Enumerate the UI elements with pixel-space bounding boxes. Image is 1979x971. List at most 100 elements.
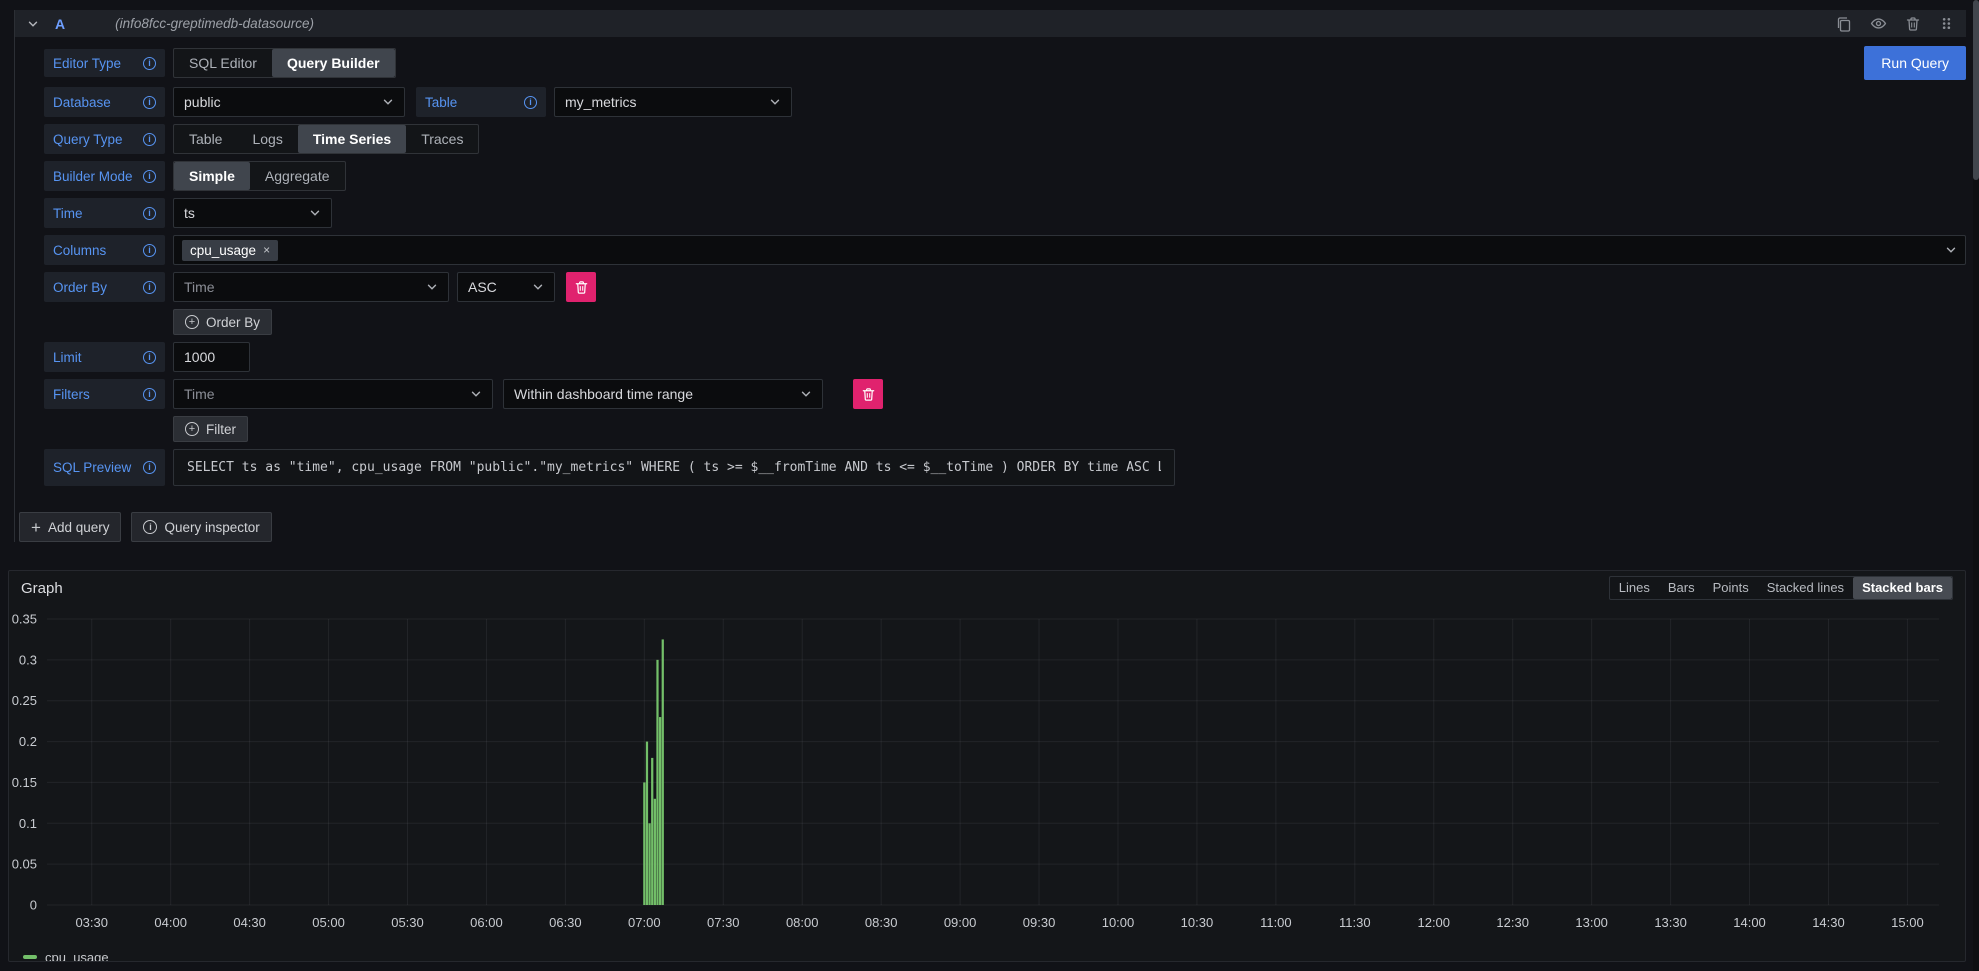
field-label-limit: Limit i: [44, 342, 165, 372]
builder-mode-option-aggregate[interactable]: Aggregate: [250, 162, 345, 190]
query-row: A (info8fcc-greptimedb-datasource): [14, 10, 1966, 542]
draw-mode-stacked-lines[interactable]: Stacked lines: [1758, 577, 1853, 599]
info-icon[interactable]: i: [143, 244, 156, 257]
editor-type-option-sql-editor[interactable]: SQL Editor: [174, 49, 272, 77]
toggle-visibility-eye-icon[interactable]: [1870, 15, 1887, 32]
order-by-direction-select[interactable]: ASC: [457, 272, 555, 302]
chevron-down-icon: [470, 388, 482, 400]
columns-multiselect[interactable]: cpu_usage ×: [173, 235, 1966, 265]
query-ref-id: A: [55, 16, 65, 32]
chevron-down-icon: [382, 96, 394, 108]
svg-text:04:30: 04:30: [233, 915, 266, 930]
svg-text:05:30: 05:30: [391, 915, 424, 930]
sql-preview-text: SELECT ts as "time", cpu_usage FROM "pub…: [187, 460, 1161, 475]
plus-circle-icon: +: [185, 315, 199, 329]
scrollbar-thumb[interactable]: [1973, 0, 1979, 180]
run-query-button[interactable]: Run Query: [1864, 46, 1966, 80]
info-icon[interactable]: i: [143, 207, 156, 220]
query-row-header[interactable]: A (info8fcc-greptimedb-datasource): [15, 10, 1966, 37]
info-icon[interactable]: i: [143, 281, 156, 294]
info-icon[interactable]: i: [143, 388, 156, 401]
trash-icon: [861, 387, 876, 402]
info-icon[interactable]: i: [143, 170, 156, 183]
draw-mode-stacked-bars[interactable]: Stacked bars: [1853, 577, 1952, 599]
limit-input[interactable]: [173, 342, 250, 372]
time-series-chart[interactable]: 00.050.10.150.20.250.30.3503:3004:0004:3…: [9, 605, 1965, 946]
query-inspector-button[interactable]: i Query inspector: [131, 512, 271, 542]
chevron-down-icon: [532, 281, 544, 293]
filter-column-value: Time: [184, 386, 470, 402]
order-by-column-value: Time: [184, 279, 426, 295]
svg-text:0.05: 0.05: [12, 857, 37, 872]
query-type-toggle: Table Logs Time Series Traces: [173, 124, 479, 154]
svg-text:15:00: 15:00: [1891, 915, 1924, 930]
field-label-columns: Columns i: [44, 235, 165, 265]
add-filter-button[interactable]: + Filter: [173, 416, 248, 442]
svg-text:12:30: 12:30: [1496, 915, 1529, 930]
delete-query-icon[interactable]: [1905, 16, 1921, 32]
info-icon[interactable]: i: [143, 96, 156, 109]
svg-text:04:00: 04:00: [154, 915, 187, 930]
field-label-builder-mode: Builder Mode i: [44, 161, 165, 191]
remove-order-by-button[interactable]: [566, 272, 596, 302]
draw-mode-points[interactable]: Points: [1704, 577, 1758, 599]
query-type-option-time-series[interactable]: Time Series: [298, 125, 406, 153]
editor-type-option-query-builder[interactable]: Query Builder: [272, 49, 395, 77]
info-icon[interactable]: i: [143, 133, 156, 146]
info-icon[interactable]: i: [524, 96, 537, 109]
remove-column-icon[interactable]: ×: [263, 243, 270, 257]
field-label-text: Order By: [53, 280, 107, 295]
field-label-text: Filters: [53, 387, 90, 402]
database-value: public: [184, 94, 382, 110]
database-select[interactable]: public: [173, 87, 405, 117]
info-icon[interactable]: i: [143, 57, 156, 70]
svg-text:08:00: 08:00: [786, 915, 819, 930]
filter-column-select[interactable]: Time: [173, 379, 493, 409]
legend-item-cpu-usage[interactable]: cpu_usage: [45, 950, 109, 963]
draw-mode-lines[interactable]: Lines: [1610, 577, 1659, 599]
svg-text:07:30: 07:30: [707, 915, 740, 930]
query-type-option-traces[interactable]: Traces: [406, 125, 478, 153]
svg-text:09:30: 09:30: [1023, 915, 1056, 930]
add-order-by-button[interactable]: + Order By: [173, 309, 272, 335]
chevron-down-icon[interactable]: [1945, 244, 1957, 256]
field-label-time: Time i: [44, 198, 165, 228]
builder-mode-option-simple[interactable]: Simple: [174, 162, 250, 190]
scrollbar[interactable]: [1973, 0, 1979, 971]
chevron-down-icon: [309, 207, 321, 219]
add-query-button[interactable]: + Add query: [19, 512, 121, 542]
info-icon[interactable]: i: [143, 351, 156, 364]
svg-text:06:30: 06:30: [549, 915, 582, 930]
query-inspector-label: Query inspector: [164, 520, 259, 535]
table-select[interactable]: my_metrics: [554, 87, 792, 117]
svg-text:05:00: 05:00: [312, 915, 345, 930]
field-label-text: Limit: [53, 350, 82, 365]
query-type-option-logs[interactable]: Logs: [237, 125, 297, 153]
column-chip-cpu-usage[interactable]: cpu_usage ×: [182, 240, 278, 261]
query-type-option-table[interactable]: Table: [174, 125, 237, 153]
duplicate-query-icon[interactable]: [1836, 16, 1852, 32]
filter-condition-select[interactable]: Within dashboard time range: [503, 379, 823, 409]
field-label-text: Time: [53, 206, 83, 221]
order-by-column-select[interactable]: Time: [173, 272, 449, 302]
graph-panel: Graph Lines Bars Points Stacked lines St…: [8, 570, 1966, 962]
remove-filter-button[interactable]: [853, 379, 883, 409]
time-column-select[interactable]: ts: [173, 198, 332, 228]
draw-mode-bars[interactable]: Bars: [1659, 577, 1704, 599]
trash-icon: [574, 280, 589, 295]
query-editor-form: Editor Type i SQL Editor Query Builder R…: [15, 37, 1966, 486]
chart-canvas[interactable]: 00.050.10.150.20.250.30.3503:3004:0004:3…: [9, 605, 1945, 941]
svg-text:0.15: 0.15: [12, 775, 37, 790]
sql-preview-box: SELECT ts as "time", cpu_usage FROM "pub…: [173, 449, 1175, 486]
svg-text:0.3: 0.3: [19, 652, 37, 667]
drag-handle-icon[interactable]: [1939, 16, 1954, 31]
svg-text:10:00: 10:00: [1102, 915, 1135, 930]
field-label-text: Query Type: [53, 132, 123, 147]
svg-text:0: 0: [30, 898, 37, 913]
collapse-chevron-icon[interactable]: [27, 18, 39, 30]
info-icon[interactable]: i: [143, 461, 156, 474]
svg-text:14:30: 14:30: [1812, 915, 1845, 930]
legend-swatch: [23, 955, 37, 959]
series-cpu_usage: [643, 639, 664, 905]
add-query-label: Add query: [48, 520, 110, 535]
